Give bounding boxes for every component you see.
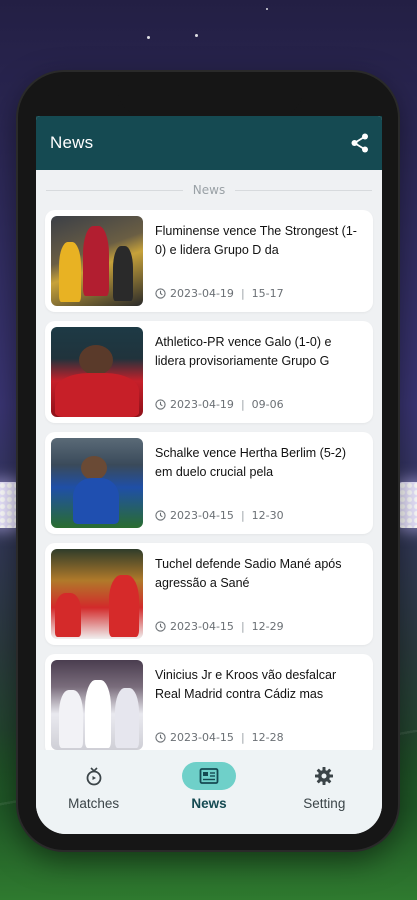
app-bar: News [36, 116, 382, 170]
nav-item-matches[interactable]: Matches [44, 762, 144, 811]
news-card[interactable]: Athletico-PR vence Galo (1-0) e lidera p… [45, 321, 373, 423]
app-screen: News News Fluminense vence The Strongest… [36, 116, 382, 834]
section-header: News [36, 170, 382, 210]
news-thumbnail [51, 549, 143, 639]
news-time: 15-17 [251, 287, 284, 300]
gear-icon [315, 767, 334, 785]
news-title: Fluminense vence The Strongest (1-0) e l… [155, 224, 357, 257]
news-time: 09-06 [251, 398, 284, 411]
newspaper-icon [199, 768, 219, 784]
news-date: 2023-04-15 [170, 509, 234, 522]
nav-icon-container [297, 762, 351, 790]
share-button[interactable] [348, 131, 372, 155]
news-title: Schalke vence Hertha Berlim (5-2) em due… [155, 446, 347, 479]
news-card[interactable]: Tuchel defende Sadio Mané após agressão … [45, 543, 373, 645]
nav-icon-container [67, 762, 121, 790]
stadium-light-left [0, 482, 18, 528]
divider [235, 189, 372, 191]
news-date: 2023-04-19 [170, 287, 234, 300]
phone-notch [118, 72, 303, 116]
news-thumbnail [51, 216, 143, 306]
clock-icon [155, 621, 166, 632]
news-thumbnail [51, 438, 143, 528]
news-card[interactable]: Schalke vence Hertha Berlim (5-2) em due… [45, 432, 373, 534]
nav-icon-container [181, 762, 236, 790]
meta-separator: | [240, 287, 245, 300]
news-date: 2023-04-15 [170, 731, 234, 744]
news-thumbnail [51, 327, 143, 417]
divider [46, 189, 183, 191]
nav-item-news[interactable]: News [159, 762, 259, 811]
share-icon [351, 133, 368, 153]
stadium-light-right [399, 482, 417, 528]
news-time: 12-28 [251, 731, 284, 744]
news-meta: 2023-04-19 | 09-06 [155, 398, 363, 417]
nav-label: News [191, 796, 227, 811]
meta-separator: | [240, 398, 245, 411]
clock-icon [155, 732, 166, 743]
news-meta: 2023-04-15 | 12-29 [155, 620, 363, 639]
news-title: Athletico-PR vence Galo (1-0) e lidera p… [155, 335, 332, 368]
news-card[interactable]: Vinicius Jr e Kroos vão desfalcar Real M… [45, 654, 373, 750]
news-thumbnail [51, 660, 143, 750]
news-meta: 2023-04-15 | 12-30 [155, 509, 363, 528]
meta-separator: | [240, 509, 245, 522]
news-title: Tuchel defende Sadio Mané após agressão … [155, 557, 342, 590]
bottom-navigation: Matches News Setting [36, 750, 382, 834]
news-card[interactable]: Fluminense vence The Strongest (1-0) e l… [45, 210, 373, 312]
news-date: 2023-04-15 [170, 620, 234, 633]
news-time: 12-29 [251, 620, 284, 633]
phone-frame: News News Fluminense vence The Strongest… [18, 72, 398, 850]
news-meta: 2023-04-19 | 15-17 [155, 287, 363, 306]
news-list[interactable]: Fluminense vence The Strongest (1-0) e l… [36, 210, 382, 750]
tv-icon [86, 767, 102, 786]
nav-label: Matches [68, 796, 120, 811]
page-title: News [50, 133, 94, 152]
news-time: 12-30 [251, 509, 284, 522]
section-label: News [192, 183, 226, 197]
clock-icon [155, 399, 166, 410]
news-meta: 2023-04-15 | 12-28 [155, 731, 363, 750]
news-title: Vinicius Jr e Kroos vão desfalcar Real M… [155, 668, 337, 701]
nav-label: Setting [303, 796, 346, 811]
meta-separator: | [240, 620, 245, 633]
meta-separator: | [240, 731, 245, 744]
clock-icon [155, 510, 166, 521]
nav-item-setting[interactable]: Setting [274, 762, 374, 811]
clock-icon [155, 288, 166, 299]
news-date: 2023-04-19 [170, 398, 234, 411]
